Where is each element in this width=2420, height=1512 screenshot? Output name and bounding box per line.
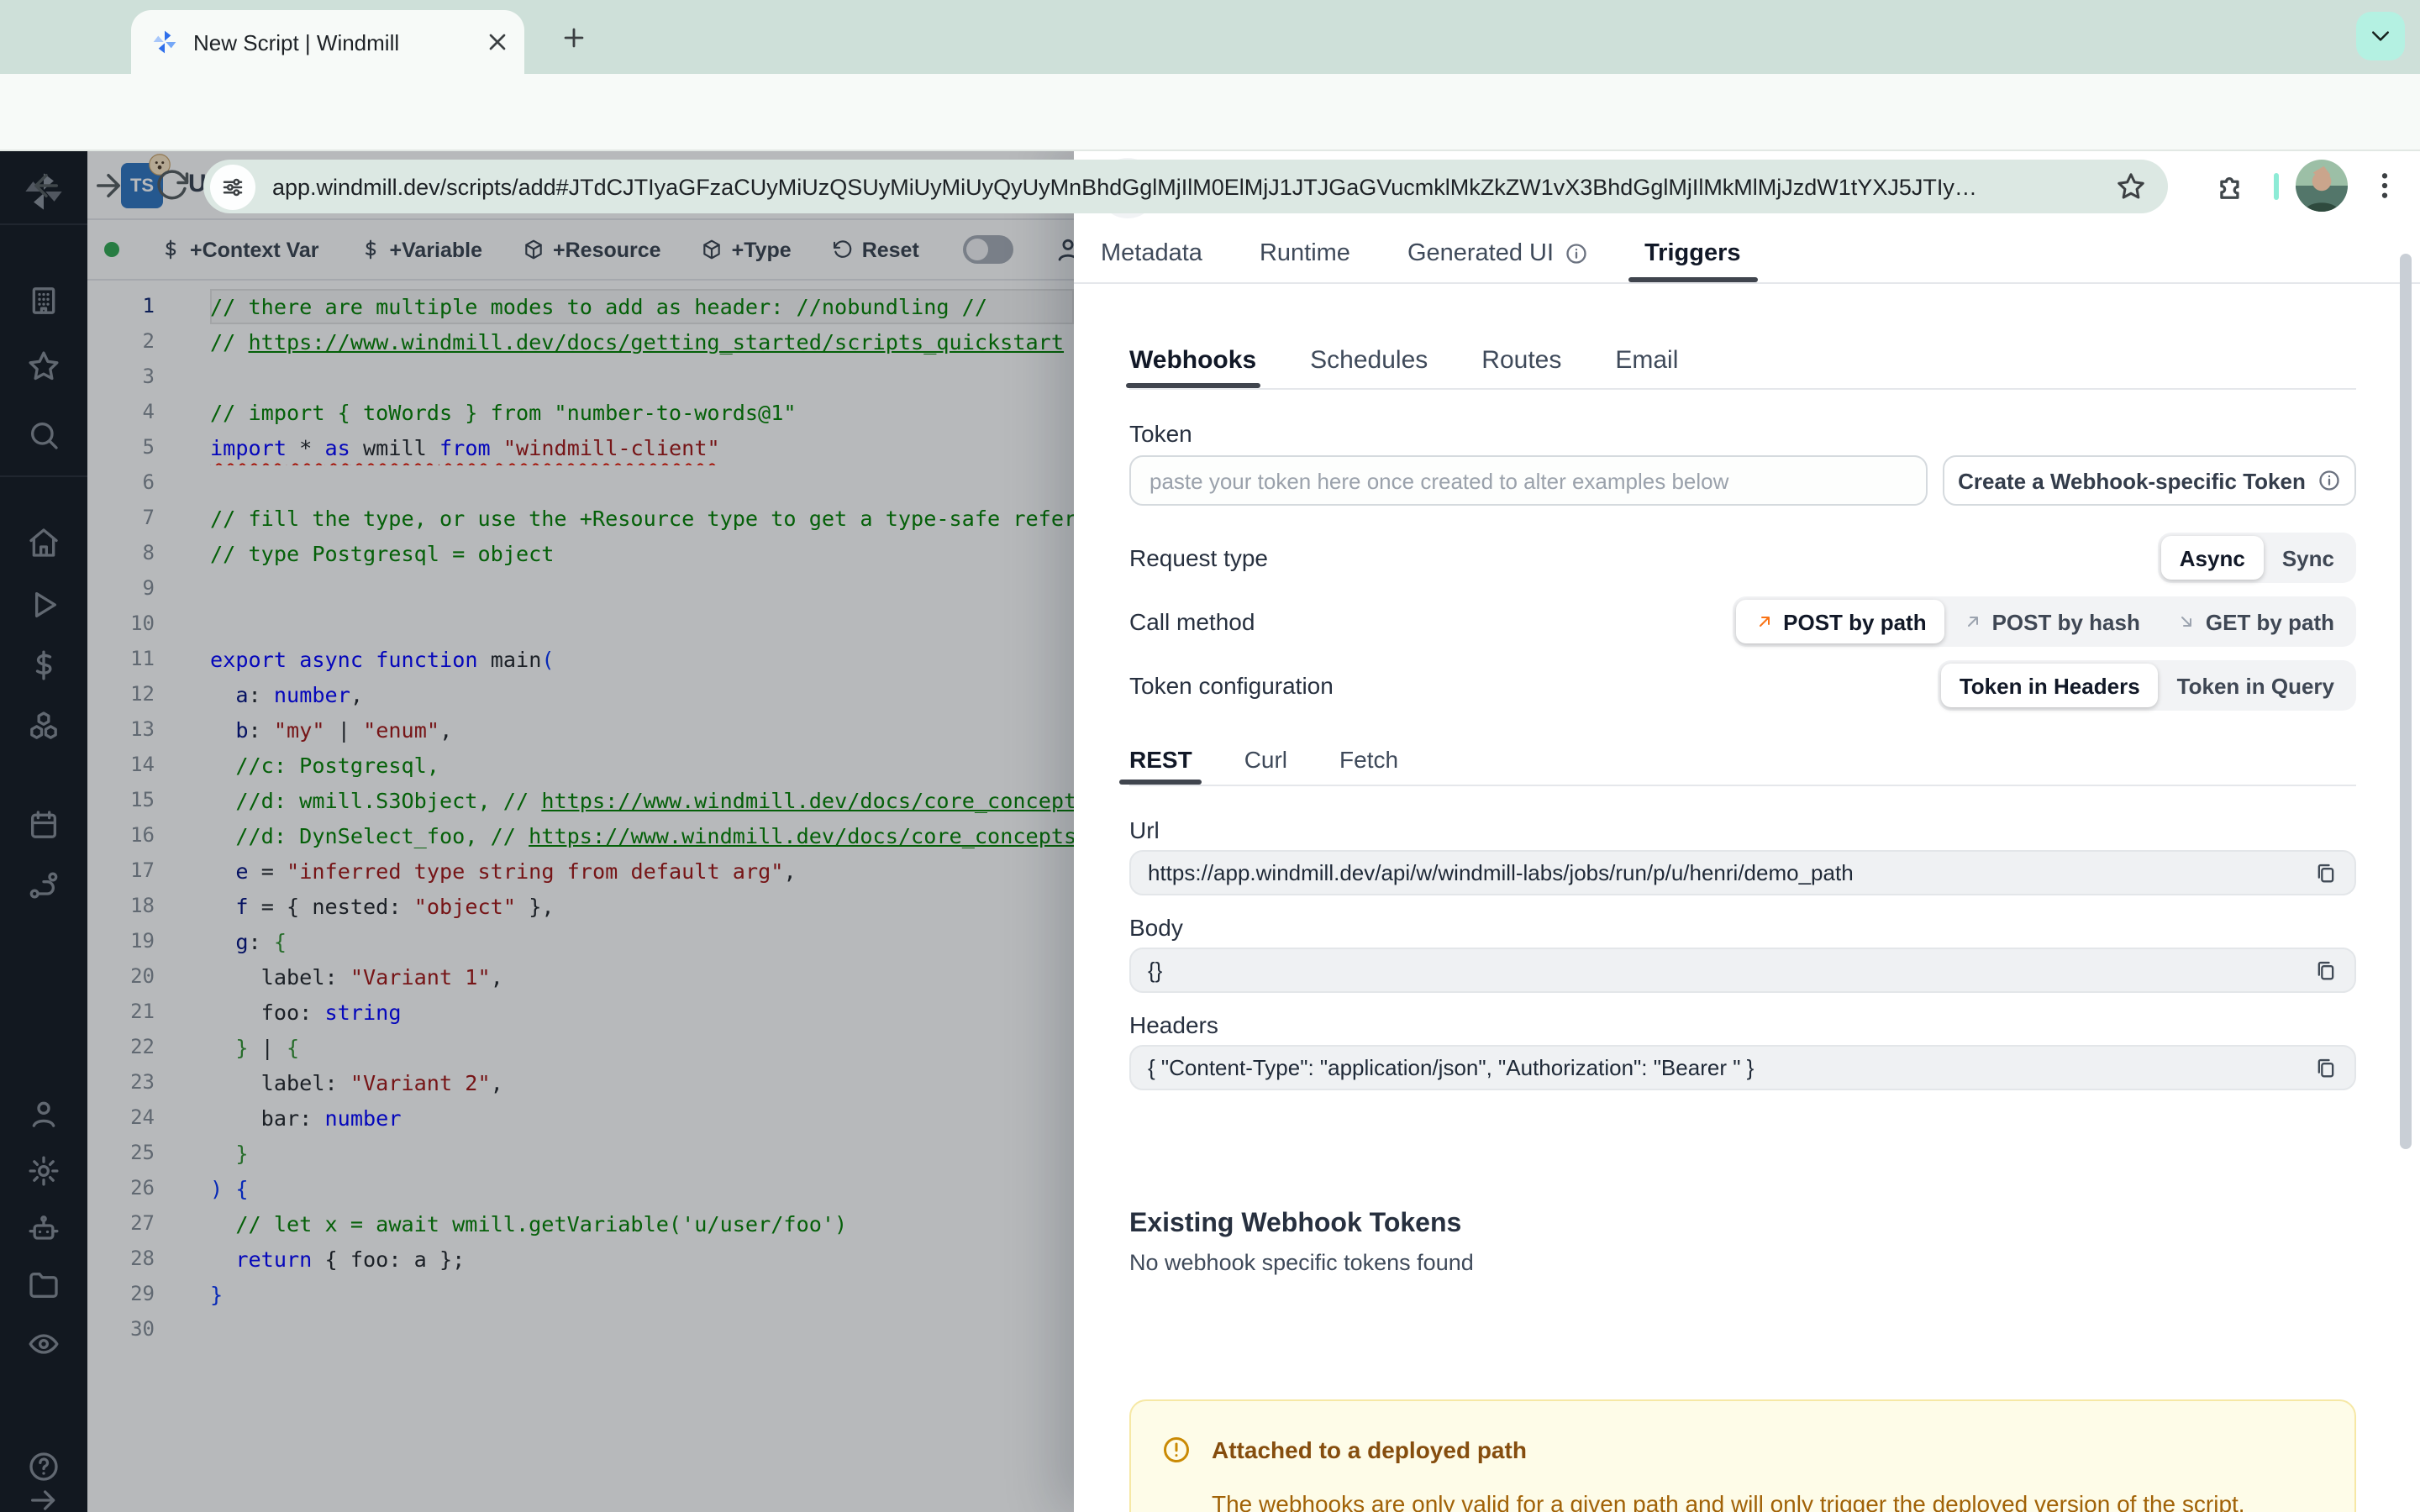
site-settings-button[interactable] — [210, 164, 255, 209]
extension-pin-indicator — [2274, 173, 2279, 200]
tab-metadata[interactable]: Metadata — [1101, 225, 1202, 282]
option-token-in-query[interactable]: Token in Query — [2159, 664, 2353, 707]
body-label: Body — [1129, 914, 1183, 941]
new-tab-button[interactable] — [551, 15, 595, 59]
browser-tabstrip: New Script | Windmill — [0, 0, 2420, 74]
tab-schedules[interactable]: Schedules — [1310, 333, 1428, 388]
token-config-label: Token configuration — [1129, 672, 1334, 699]
call-method-toggle: POST by path POST by hash GET by path — [1733, 596, 2356, 647]
browser-tab[interactable]: New Script | Windmill — [131, 10, 524, 74]
tune-icon — [220, 174, 245, 199]
tab-webhooks[interactable]: Webhooks — [1126, 333, 1260, 388]
url-text[interactable]: app.windmill.dev/scripts/add#JTdCJTIyaGF… — [272, 174, 2101, 199]
trigger-tabs-divider — [1129, 388, 2356, 390]
token-label: Token — [1129, 420, 1192, 447]
screen: New Script | Windmill app.windmill.dev/s… — [0, 0, 2420, 1512]
warning-title: Attached to a deployed path — [1212, 1436, 1527, 1463]
tab-triggers[interactable]: Triggers — [1627, 225, 1759, 282]
option-post-by-path[interactable]: POST by path — [1736, 600, 1945, 643]
arrow-up-right-icon — [1754, 612, 1775, 632]
tab-close-icon[interactable] — [484, 29, 511, 55]
windmill-favicon — [151, 29, 178, 55]
token-input[interactable]: paste your token here once created to al… — [1129, 455, 1928, 506]
call-method-label: Call method — [1129, 608, 1255, 635]
tab-search-button[interactable] — [2356, 12, 2405, 60]
browser-toolbar: app.windmill.dev/scripts/add#JTdCJTIyaGF… — [0, 74, 2420, 213]
back-icon[interactable] — [29, 168, 64, 203]
plus-icon — [559, 23, 587, 51]
option-get-by-path[interactable]: GET by path — [2159, 600, 2353, 643]
tab-curl[interactable]: Curl — [1244, 732, 1287, 785]
headers-label: Headers — [1129, 1011, 1218, 1038]
info-icon — [2317, 469, 2341, 492]
existing-tokens-title: Existing Webhook Tokens — [1129, 1210, 1462, 1238]
browser-menu-icon[interactable] — [2368, 168, 2402, 203]
create-webhook-token-button[interactable]: Create a Webhook-specific Token — [1943, 455, 2356, 506]
request-type-label: Request type — [1129, 544, 1268, 571]
trigger-tabs: Webhooks Schedules Routes Email — [1126, 333, 1678, 388]
reload-icon[interactable] — [155, 168, 190, 203]
tab-fetch[interactable]: Fetch — [1339, 732, 1398, 785]
existing-tokens-empty: No webhook specific tokens found — [1129, 1250, 1474, 1275]
example-tabs: REST Curl Fetch — [1118, 732, 1398, 785]
tab-generated-ui[interactable]: Generated UI — [1407, 225, 1587, 282]
profile-avatar[interactable] — [2296, 160, 2348, 212]
forward-icon[interactable] — [91, 168, 126, 203]
tabs-divider — [1074, 282, 2420, 284]
option-async[interactable]: Async — [2160, 536, 2264, 580]
tab-title: New Script | Windmill — [193, 29, 400, 55]
headers-field[interactable]: { "Content-Type": "application/json", "A… — [1129, 1045, 2356, 1090]
copy-clipboard-icon[interactable] — [2314, 958, 2338, 982]
info-icon — [1564, 242, 1587, 265]
tab-email[interactable]: Email — [1615, 333, 1678, 388]
extensions-icon[interactable] — [2215, 170, 2247, 202]
url-label: Url — [1129, 816, 1160, 843]
copy-clipboard-icon[interactable] — [2314, 861, 2338, 885]
request-type-toggle: Async Sync — [2157, 533, 2356, 583]
tab-rest[interactable]: REST — [1118, 732, 1203, 785]
copy-clipboard-icon[interactable] — [2314, 1056, 2338, 1079]
drawer-scrollbar[interactable] — [2400, 254, 2412, 1149]
body-field[interactable]: {} — [1129, 948, 2356, 993]
bookmark-star-icon[interactable] — [2116, 171, 2146, 202]
drawer-backdrop[interactable] — [0, 151, 1074, 1512]
settings-drawer: Settings MetadataRuntimeGenerated UITrig… — [1074, 151, 2420, 1512]
url-field[interactable]: https://app.windmill.dev/api/w/windmill-… — [1129, 850, 2356, 895]
arrow-down-right-icon — [2177, 612, 2197, 632]
chevron-down-icon — [2368, 24, 2393, 49]
option-sync[interactable]: Sync — [2264, 536, 2353, 580]
tab-routes[interactable]: Routes — [1481, 333, 1561, 388]
option-token-in-headers[interactable]: Token in Headers — [1940, 664, 2159, 707]
token-config-toggle: Token in Headers Token in Query — [1937, 660, 2356, 711]
alert-icon — [1161, 1435, 1192, 1465]
url-bar[interactable]: app.windmill.dev/scripts/add#JTdCJTIyaGF… — [203, 160, 2168, 213]
arrow-up-right-icon — [1964, 612, 1984, 632]
tab-runtime[interactable]: Runtime — [1260, 225, 1350, 282]
option-post-by-hash[interactable]: POST by hash — [1945, 600, 2159, 643]
settings-tabs: Metadata Runtime Generated UI Triggers — [1101, 225, 1759, 282]
deployed-path-warning: Attached to a deployed path The webhooks… — [1129, 1399, 2356, 1512]
warning-text: The webhooks are only valid for a given … — [1212, 1490, 2245, 1512]
example-tabs-divider — [1129, 785, 2356, 786]
